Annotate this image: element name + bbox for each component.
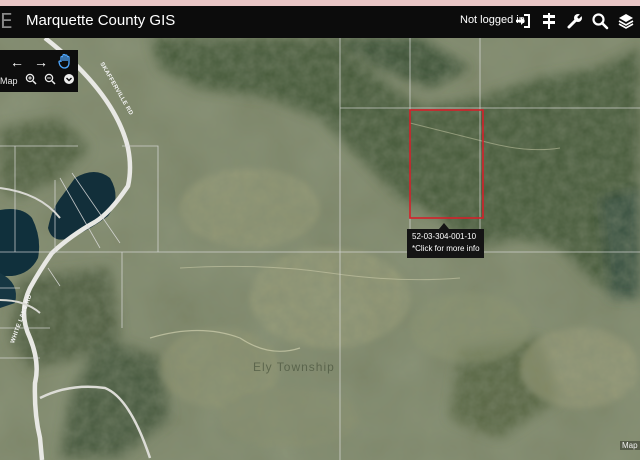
parcel-id: 52-03-304-001-10 (412, 232, 477, 241)
map-canvas[interactable]: SKAFFERVILLE RD WHITE LAKE RD Ely Townsh… (0, 38, 640, 460)
map-attribution: Map (620, 441, 640, 450)
signpost-icon[interactable] (539, 11, 559, 31)
parcel-tooltip[interactable]: 52-03-304-001-10 *Click for more info (407, 229, 484, 258)
forward-arrow-icon[interactable]: → (32, 54, 50, 70)
sign-in-icon[interactable] (513, 11, 533, 31)
township-label: Ely Township (253, 360, 335, 374)
app-logo: E (0, 10, 12, 33)
wrench-icon[interactable] (565, 11, 585, 31)
aerial-imagery (0, 38, 640, 460)
search-icon[interactable] (590, 11, 610, 31)
app-title: Marquette County GIS (26, 12, 176, 29)
layers-icon[interactable] (616, 11, 636, 31)
zoom-in-icon[interactable] (24, 72, 38, 86)
back-arrow-icon[interactable]: ← (8, 54, 26, 70)
zoom-out-icon[interactable] (43, 72, 57, 86)
chevron-down-circle-icon[interactable] (62, 72, 76, 86)
app-header: E Marquette County GIS Not logged in (0, 6, 640, 38)
map-label: Map (0, 76, 18, 86)
map-toolbar: ← → Map (0, 50, 78, 92)
parcel-info-hint: *Click for more info (412, 244, 480, 253)
hand-icon[interactable] (56, 53, 74, 69)
